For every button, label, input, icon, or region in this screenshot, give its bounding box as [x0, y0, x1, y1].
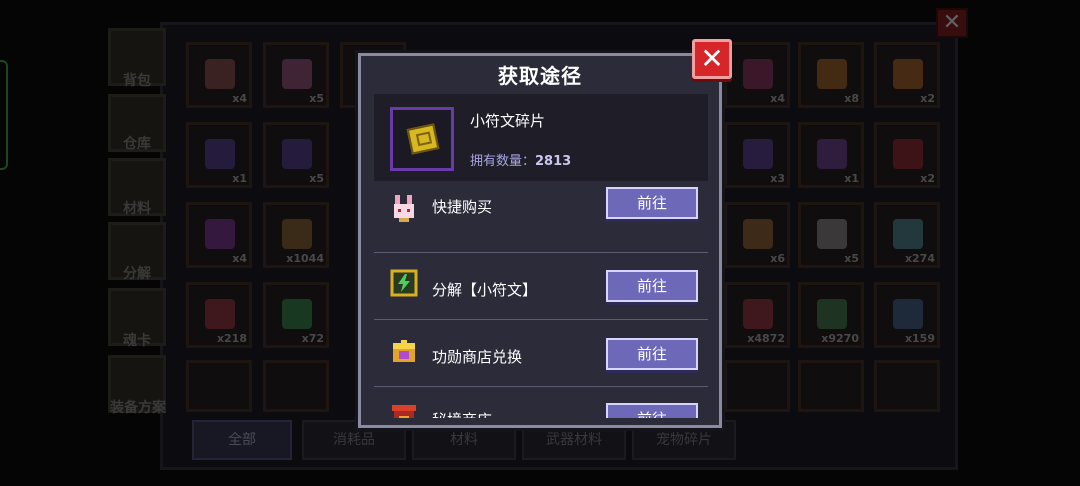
acquisition-dialog: 获取途径 小符文碎片 拥有数量：2813 快捷购买 前往 分解【小符文】 前往 [358, 53, 722, 428]
goto-button-secret-realm-shop[interactable]: 前往 [606, 403, 698, 418]
dialog-title: 获取途径 [498, 64, 582, 88]
secret-realm-shop-icon [392, 405, 416, 418]
rune-fragment-icon [406, 123, 440, 155]
shop-bunny-icon [394, 195, 414, 222]
item-icon-frame [390, 107, 454, 171]
list-item: 秘境商店 前往 [374, 387, 708, 418]
goto-button-merit-shop[interactable]: 前往 [606, 338, 698, 370]
dismantle-icon [390, 269, 418, 297]
acquisition-list[interactable]: 快捷购买 前往 分解【小符文】 前往 功勋商店兑换 前往 [374, 186, 708, 418]
list-item: 功勋商店兑换 前往 [374, 320, 708, 387]
close-icon: ✕ [700, 42, 724, 75]
item-summary: 小符文碎片 拥有数量：2813 [374, 94, 708, 181]
goto-button-quick-buy[interactable]: 前往 [606, 187, 698, 219]
dialog-close-button[interactable]: ✕ [692, 39, 732, 79]
list-item: 分解【小符文】 前往 [374, 253, 708, 320]
owned-count: 拥有数量：2813 [470, 154, 572, 169]
item-name: 小符文碎片 [470, 112, 546, 130]
merit-shop-icon [393, 340, 415, 362]
goto-button-dismantle[interactable]: 前往 [606, 270, 698, 302]
list-item: 快捷购买 前往 [374, 186, 708, 253]
